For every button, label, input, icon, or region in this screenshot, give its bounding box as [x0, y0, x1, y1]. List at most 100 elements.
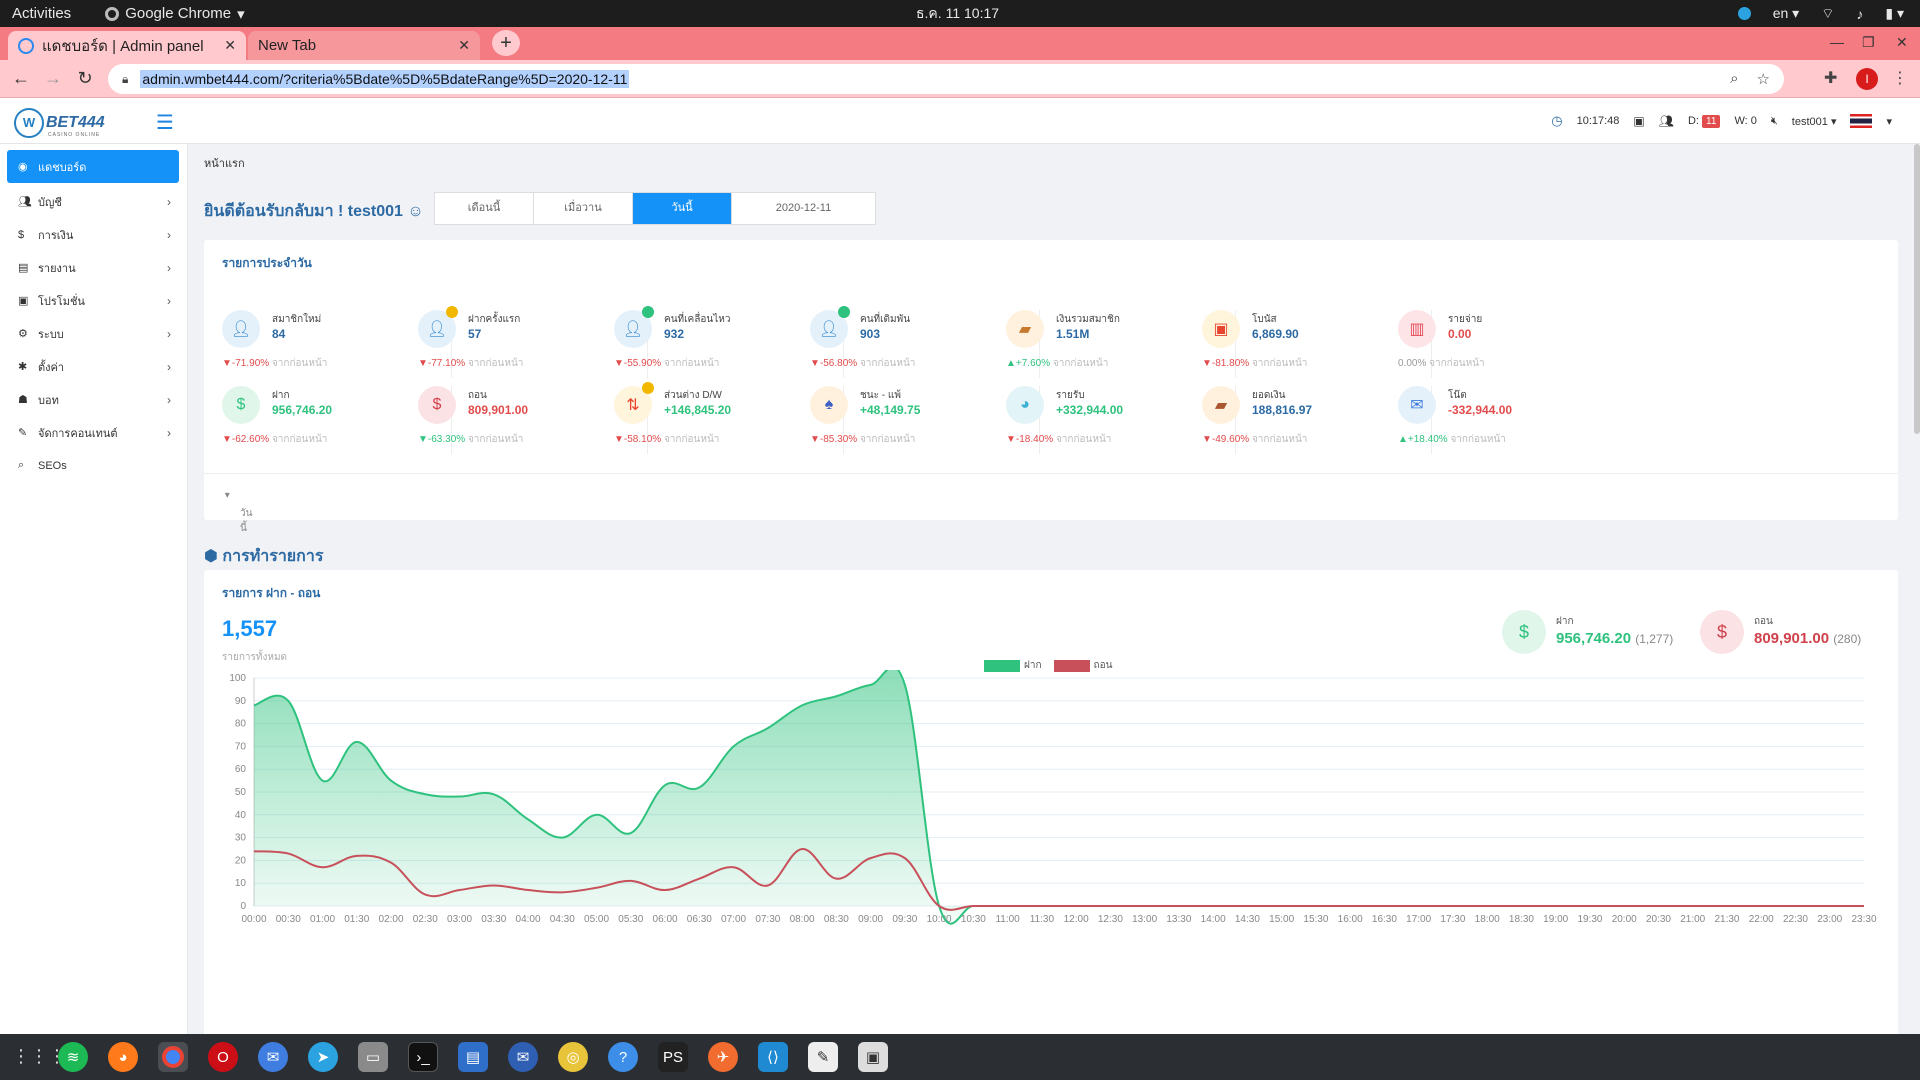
stat-change-value: ▲+7.60% — [1006, 358, 1051, 369]
files-icon[interactable]: ▭ — [358, 1042, 388, 1072]
tab-yesterday[interactable]: เมื่อวาน — [534, 193, 633, 224]
spotify-icon[interactable]: ≋ — [58, 1042, 88, 1072]
system-clock[interactable]: ธ.ค. 11 10:17 — [916, 3, 999, 25]
phpstorm-icon[interactable]: PS — [658, 1042, 688, 1072]
tab-new-tab[interactable]: New Tab ✕ — [248, 31, 480, 60]
restore-icon[interactable]: ❐ — [1862, 34, 1875, 51]
browser-toolbar: ← → ↻ 🔒︎ admin.wmbet444.com/?criteria%5B… — [0, 60, 1920, 98]
forward-icon[interactable]: → — [42, 68, 64, 89]
stat-value: 0.00 — [1448, 327, 1472, 341]
chrome-menu-icon[interactable]: ⋮ — [1892, 68, 1908, 88]
telegram-tray-icon[interactable] — [1737, 7, 1751, 20]
stat-label: คนที่เดิมพัน — [860, 314, 911, 325]
stat-value: +146,845.20 — [664, 403, 732, 417]
sidebar-item-accounts[interactable]: 👥︎ บัญชี › — [0, 185, 187, 218]
date-range-tabs: เดือนนี้ เมื่อวาน วันนี้ 2020-12-11 — [434, 192, 876, 225]
back-icon[interactable]: ← — [10, 68, 32, 89]
address-bar[interactable]: 🔒︎ admin.wmbet444.com/?criteria%5Bdate%5… — [108, 64, 1784, 94]
y-tick-label: 50 — [235, 787, 247, 798]
firefox-icon[interactable]: ◕ — [108, 1042, 138, 1072]
lock-icon[interactable]: 🔒︎ — [122, 72, 128, 87]
wallet-icon: ▰ — [1006, 310, 1044, 348]
sidebar-item-seos[interactable]: ⌕ SEOs — [0, 449, 187, 482]
sidebar-item-system[interactable]: ⚙︎ ระบบ › — [0, 317, 187, 350]
system-tray[interactable]: en ▾ ⌔ ♪ ▮ ▾ — [1737, 5, 1904, 23]
activities-button[interactable]: Activities — [12, 5, 71, 22]
stat-compare-text: จากก่อนหน้า — [859, 434, 916, 445]
note-icon: ✉ — [1398, 386, 1436, 424]
tab-this-month[interactable]: เดือนนี้ — [435, 193, 534, 224]
chevron-right-icon: › — [167, 293, 171, 308]
new-tab-button[interactable]: + — [492, 30, 520, 56]
text-editor-icon[interactable]: ▤ — [458, 1042, 488, 1072]
date-picker[interactable]: 2020-12-11 — [732, 193, 875, 224]
extensions-icon[interactable]: ✚ — [1824, 68, 1837, 88]
sidebar-item-bot[interactable]: ☗ บอท › — [0, 383, 187, 416]
sidebar-item-settings[interactable]: ✱ ตั้งค่า › — [0, 350, 187, 383]
notes-icon[interactable]: ✎ — [808, 1042, 838, 1072]
deposit-count: (1,277) — [1635, 632, 1674, 646]
navbar-right: ◷ 10:17:48 ▣ 👥︎ D: 11 W: 0 🔇︎ test001 ▾ … — [1551, 113, 1892, 129]
stat-change-value: ▼-18.40% — [1006, 434, 1054, 445]
language-indicator[interactable]: en ▾ — [1773, 5, 1800, 22]
chevron-down-icon[interactable]: ▾ — [1886, 115, 1892, 128]
stat-change: ▼-62.60% จากก่อนหน้า — [222, 432, 327, 447]
opera-icon[interactable]: O — [208, 1042, 238, 1072]
vscode-icon[interactable]: ⟨⟩ — [758, 1042, 788, 1072]
user-menu[interactable]: test001 ▾ — [1792, 115, 1837, 128]
hamburger-menu-icon[interactable]: ☰ — [156, 110, 174, 135]
mute-icon[interactable]: 🔇︎ — [1771, 115, 1778, 128]
page-scrollbar[interactable] — [1914, 144, 1920, 434]
tab-title: New Tab — [258, 37, 317, 54]
sidebar-item-dashboard[interactable]: ◉ แดชบอร์ด — [7, 150, 179, 183]
thai-flag-icon[interactable] — [1850, 114, 1873, 128]
tab-today[interactable]: วันนี้ — [633, 193, 732, 224]
help-icon[interactable]: ? — [608, 1042, 638, 1072]
postman-icon[interactable]: ✈ — [708, 1042, 738, 1072]
app-menu[interactable]: Google Chrome ▾ — [105, 5, 245, 23]
reload-icon[interactable]: ↻ — [74, 68, 96, 89]
x-tick-label: 04:00 — [516, 914, 541, 925]
withdraw-pending[interactable]: W: 0 — [1734, 115, 1756, 127]
users-icon: 👥︎ — [18, 196, 32, 208]
sidebar-item-content[interactable]: ✎ จัดการคอนเทนต์ › — [0, 416, 187, 449]
screenshot-icon[interactable]: ▣ — [858, 1042, 888, 1072]
breadcrumb[interactable]: หน้าแรก — [204, 154, 245, 172]
rhythmbox-icon[interactable]: ◎ — [558, 1042, 588, 1072]
profile-avatar[interactable]: I — [1856, 68, 1878, 90]
win-lose-icon: ♠ — [810, 386, 848, 424]
x-tick-label: 03:00 — [447, 914, 472, 925]
gift-icon[interactable]: ▣ — [1633, 114, 1644, 128]
telegram-icon[interactable]: ➤ — [308, 1042, 338, 1072]
url-text[interactable]: admin.wmbet444.com/?criteria%5Bdate%5D%5… — [140, 70, 630, 88]
period-select[interactable]: วันนี้ ▾ — [222, 490, 253, 534]
deposit-pending[interactable]: D: 11 — [1688, 115, 1721, 128]
minimize-icon[interactable]: — — [1830, 34, 1844, 50]
users-icon[interactable]: 👥︎ — [1659, 114, 1674, 128]
close-icon[interactable]: ✕ — [224, 37, 236, 54]
sidebar-item-finance[interactable]: $ การเงิน › — [0, 218, 187, 251]
sidebar-item-reports[interactable]: ▤ รายงาน › — [0, 251, 187, 284]
messenger-icon[interactable]: ✉ — [258, 1042, 288, 1072]
x-tick-label: 19:30 — [1577, 914, 1602, 925]
sidebar-item-promotions[interactable]: ▣ โปรโมชั่น › — [0, 284, 187, 317]
x-tick-label: 02:00 — [379, 914, 404, 925]
close-icon[interactable]: ✕ — [458, 37, 470, 54]
stat-compare-text: จากก่อนหน้า — [271, 434, 328, 445]
stat-label: ส่วนต่าง D/W — [664, 390, 722, 401]
zoom-icon[interactable]: ⌕ — [1730, 70, 1738, 88]
bookmark-star-icon[interactable]: ☆ — [1757, 70, 1770, 88]
welcome-heading: ยินดีต้อนรับกลับมา ! test001 ☺ — [204, 199, 424, 224]
thunderbird-icon[interactable]: ✉ — [508, 1042, 538, 1072]
x-tick-label: 04:30 — [550, 914, 575, 925]
stat-change: ▼-56.80% จากก่อนหน้า — [810, 356, 915, 371]
stat-change: ▼-81.80% จากก่อนหน้า — [1202, 356, 1307, 371]
stat-change: ▼-77.10% จากก่อนหน้า — [418, 356, 523, 371]
card-title: รายการ ฝาก - ถอน — [222, 586, 321, 600]
chrome-icon[interactable] — [158, 1042, 188, 1072]
tab-admin-panel[interactable]: แดชบอร์ด | Admin panel ✕ — [8, 31, 246, 60]
brand-logo[interactable]: W BET444 CASINO ONLINE — [14, 108, 105, 138]
period-select-value: วันนี้ — [240, 508, 253, 534]
window-close-icon[interactable]: ✕ — [1896, 34, 1908, 51]
terminal-icon[interactable]: ›_ — [408, 1042, 438, 1072]
